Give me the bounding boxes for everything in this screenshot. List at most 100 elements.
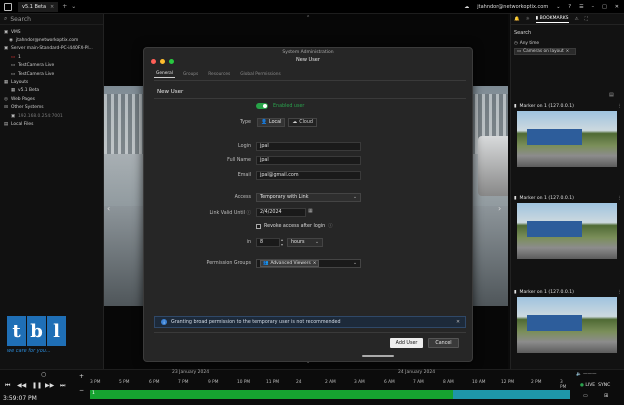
bookmark-search[interactable]: Search [511, 25, 624, 36]
tab-bookmarks[interactable]: ▮ BOOKMARKS [535, 16, 569, 23]
tab-general[interactable]: General [154, 70, 175, 78]
type-cloud-option[interactable]: ☁ Cloud [288, 118, 317, 127]
tree-item[interactable]: ⊟ Other Systems [0, 104, 103, 112]
tab-resources[interactable]: Resources [206, 71, 232, 78]
time-filter[interactable]: ◷ Any time [514, 41, 621, 46]
bookmark-thumbnail[interactable] [517, 111, 617, 167]
next-arrow-icon[interactable]: › [498, 204, 501, 213]
login-field[interactable]: jpal [256, 142, 361, 151]
fullname-label: Full Name [227, 158, 251, 163]
remove-chip-icon[interactable]: × [313, 261, 317, 266]
tree-item[interactable]: ▣ 192.168.0.254:7001 [0, 112, 103, 120]
objects-icon[interactable]: ⛶ [585, 16, 588, 22]
timeline-tick: 7 AM [413, 380, 424, 385]
close-icon[interactable]: ✕ [456, 320, 460, 325]
settings-icon[interactable]: ☰ [579, 4, 583, 10]
revoke-access-checkbox[interactable] [256, 223, 261, 229]
thumbnails-icon[interactable]: ⊞ [604, 393, 608, 399]
type-local-option[interactable]: 👤 Local [257, 118, 286, 127]
more-icon[interactable]: ⋮ [617, 290, 622, 295]
tree-item-label: v5.1 Beta [18, 88, 40, 94]
link-valid-date-field[interactable]: 2/4/2024 [256, 208, 306, 217]
chevron-down-icon[interactable]: ⌄ [556, 4, 560, 10]
rewind-icon[interactable]: ◀◀ [17, 382, 26, 389]
export-icon[interactable]: ▤ [609, 92, 614, 98]
bookmark-thumbnail[interactable] [517, 203, 617, 259]
timeline-tick: 5 PM [119, 380, 130, 385]
tree-item[interactable]: ▣ Server main-Standard-PC-i440FX-PI... [0, 45, 103, 53]
tree-item[interactable]: ◎ Web Pages [0, 95, 103, 103]
tab-layout[interactable]: v5.1 Beta × [18, 1, 59, 12]
add-tab-icon[interactable]: + [62, 3, 67, 10]
tree-item[interactable]: ▣ VMS [0, 28, 103, 36]
pause-icon[interactable]: ❚❚ [32, 382, 42, 389]
footage-bar-secondary[interactable] [453, 390, 570, 399]
tree-item[interactable]: ▭ TestCamera Live [0, 70, 103, 78]
close-tab-icon[interactable]: × [50, 4, 54, 10]
recorded-footage-bar[interactable]: 1 [90, 390, 453, 399]
user-email[interactable]: jtahndor@networkoptix.com [477, 4, 548, 10]
permission-chip[interactable]: 👥 Advanced Viewers × [260, 260, 320, 267]
bookmark-thumbnail[interactable] [517, 297, 617, 353]
camera-filter[interactable]: ▭ Cameras on layout × [514, 48, 576, 55]
tree-item[interactable]: ▦ v5.1 Beta [0, 87, 103, 95]
access-dropdown[interactable]: Temporary with Link ⌄ [256, 193, 361, 202]
notifications-icon[interactable]: 🔔 [514, 17, 520, 22]
fullname-field[interactable]: jpal [256, 156, 361, 165]
previous-arrow-icon[interactable]: ‹ [107, 204, 110, 213]
tree-item[interactable]: ◉ jtahndor@networkoptix.com [0, 36, 103, 44]
maximize-icon[interactable]: □ [602, 4, 607, 10]
resize-handle[interactable] [362, 355, 394, 357]
server-icon: ▣ [3, 29, 9, 35]
add-user-button[interactable]: Add User [390, 338, 423, 348]
bookmark-card[interactable]: ▮ Marker on 1 (127.0.0.1) ⋮ [514, 195, 622, 259]
speed-slider-knob[interactable]: ○ [41, 371, 46, 378]
warning-icon[interactable]: ⚠ [575, 17, 579, 22]
timeline-tick: 8 AM [443, 380, 454, 385]
calendar-icon[interactable]: ▭ [583, 393, 588, 399]
help-icon[interactable]: ⓘ [328, 223, 333, 229]
time-filter-label: Any time [519, 41, 540, 46]
stepper-icon[interactable]: ▴ ▾ [281, 237, 283, 247]
enabled-toggle-row[interactable]: Enabled user [256, 103, 304, 109]
cancel-button[interactable]: Cancel [428, 338, 459, 348]
volume-icon[interactable]: 🔈 ——— [576, 372, 597, 377]
collapse-up-icon[interactable]: ⌃ [306, 15, 310, 21]
bookmark-card[interactable]: ▮ Marker on 1 (127.0.0.1) ⋮ [514, 289, 622, 353]
tree-item[interactable]: ▭ 1 [0, 53, 103, 61]
close-icon[interactable]: × [566, 49, 570, 54]
tree-item[interactable]: ▦ Layouts [0, 78, 103, 86]
email-field[interactable]: jpal@gmail.com [256, 171, 361, 180]
tree-item[interactable]: ▭ TestCamera Live [0, 62, 103, 70]
tab-groups[interactable]: Groups [181, 71, 200, 78]
in-unit-dropdown[interactable]: hours ⌄ [287, 238, 323, 247]
search-box[interactable]: ⌕ Search [0, 14, 103, 25]
enabled-toggle[interactable] [256, 103, 268, 109]
close-icon[interactable]: ✕ [615, 4, 619, 10]
timeline-ticks[interactable]: 3 PM 5 PM 6 PM 7 PM 9 PM 10 PM 11 PM 24 2 AM 3 AM… [90, 380, 570, 390]
zoom-out-icon[interactable]: − [79, 387, 84, 394]
minimize-icon[interactable]: – [592, 4, 595, 10]
chevron-down-icon[interactable]: ⌄ [71, 3, 76, 10]
access-value: Temporary with Link [260, 195, 309, 200]
bookmark-card[interactable]: ▮ Marker on 1 (127.0.0.1) ⋮ [514, 103, 622, 167]
in-number-field[interactable]: 8 [256, 238, 280, 247]
help-icon[interactable]: ⓘ [247, 211, 252, 216]
calendar-icon[interactable]: ▦ [308, 208, 313, 214]
forward-icon[interactable]: ▶▶ [45, 382, 54, 389]
motion-icon[interactable]: ☼ [526, 17, 530, 22]
tree-item[interactable]: ▤ Local Files [0, 120, 103, 128]
help-icon[interactable]: ? [568, 4, 571, 10]
app-menu-icon[interactable] [4, 2, 12, 11]
more-icon[interactable]: ⋮ [617, 196, 622, 201]
skip-back-icon[interactable]: ⏮ [5, 382, 10, 390]
live-button[interactable]: ● LIVE [580, 383, 595, 388]
tab-global-permissions[interactable]: Global Permissions [238, 71, 283, 78]
more-icon[interactable]: ⋮ [617, 104, 622, 109]
sync-button[interactable]: SYNC [598, 383, 610, 388]
cloud-icon[interactable]: ☁ [464, 4, 469, 10]
revoke-access-row[interactable]: Revoke access after login ⓘ [256, 223, 333, 229]
permission-groups-field[interactable]: 👥 Advanced Viewers × ⌄ [256, 259, 361, 268]
skip-forward-icon[interactable]: ⏭ [60, 382, 65, 390]
zoom-in-icon[interactable]: + [79, 373, 84, 380]
